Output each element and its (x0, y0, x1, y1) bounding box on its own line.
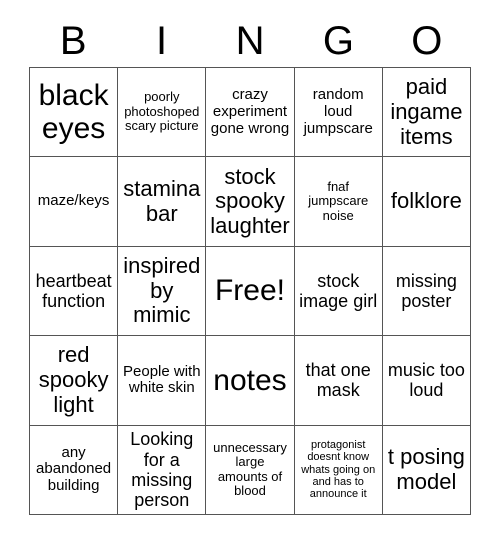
bingo-cell-r4c5[interactable]: music too loud (382, 336, 471, 426)
bingo-cell-label: any abandoned building (36, 443, 112, 495)
bingo-cell-r3c4[interactable]: stock image girl (294, 246, 383, 337)
bingo-cell-r5c1[interactable]: any abandoned building (30, 425, 119, 515)
bingo-cell-label: notes (213, 363, 287, 397)
bingo-cell-label: protagonist doesnt know whats going on a… (301, 439, 376, 501)
bingo-cell-label: that one mask (305, 360, 371, 401)
bingo-cell-label: Looking for a missing person (130, 429, 194, 510)
bingo-cell-r4c2[interactable]: People with white skin (118, 336, 207, 426)
bingo-header: B I N G O (29, 16, 471, 66)
bingo-cell-r1c4[interactable]: random loud jumpscare (294, 68, 383, 158)
bingo-cell-r4c1[interactable]: red spooky light (30, 336, 119, 426)
bingo-cell-label: crazy experiment gone wrong (210, 86, 290, 137)
bingo-card: B I N G O black eyes poorly photoshoped … (0, 0, 500, 544)
bingo-header-letter-i: I (156, 19, 168, 63)
bingo-header-letter-o: O (411, 19, 443, 63)
bingo-cell-r2c2[interactable]: stamina bar (118, 157, 207, 247)
bingo-cell-label: People with white skin (123, 362, 201, 397)
bingo-cell-r1c2[interactable]: poorly photoshoped scary picture (118, 68, 207, 158)
bingo-cell-label: poorly photoshoped scary picture (124, 89, 200, 134)
bingo-cell-r2c5[interactable]: folklore (382, 157, 471, 247)
bingo-cell-label: red spooky light (38, 342, 109, 417)
bingo-cell-label: stock image girl (299, 270, 378, 311)
bingo-cell-r5c3[interactable]: unnecessary large amounts of blood (206, 425, 295, 515)
bingo-cell-r5c4[interactable]: protagonist doesnt know whats going on a… (294, 425, 383, 515)
bingo-header-letter-b: B (59, 19, 87, 63)
bingo-header-letter-g: G (322, 19, 354, 63)
bingo-cell-label: unnecessary large amounts of blood (213, 439, 287, 499)
bingo-cell-r3c1[interactable]: heartbeat function (30, 246, 119, 337)
bingo-header-letter-n: N (235, 19, 265, 63)
bingo-cell-r1c3[interactable]: crazy experiment gone wrong (206, 68, 295, 158)
bingo-free-space-label: Free! (214, 274, 285, 308)
bingo-cell-label: maze/keys (37, 192, 110, 210)
bingo-cell-label: music too loud (387, 360, 465, 401)
bingo-cell-r2c4[interactable]: fnaf jumpscare noise (294, 157, 383, 247)
bingo-cell-r5c2[interactable]: Looking for a missing person (118, 425, 207, 515)
bingo-cell-r3c2[interactable]: inspired by mimic (118, 246, 207, 337)
bingo-cell-label: black eyes (38, 78, 109, 146)
bingo-cell-r1c1[interactable]: black eyes (30, 68, 119, 158)
bingo-cell-r4c3[interactable]: notes (206, 336, 295, 426)
bingo-cell-label: t posing model (387, 444, 465, 494)
bingo-cell-r1c5[interactable]: paid ingame items (382, 68, 471, 158)
bingo-cell-label: heartbeat function (35, 270, 112, 311)
bingo-cell-r2c1[interactable]: maze/keys (30, 157, 119, 247)
bingo-cell-label: stamina bar (123, 175, 201, 226)
bingo-cell-label: paid ingame items (390, 74, 463, 149)
bingo-cell-label: folklore (390, 188, 462, 214)
bingo-cell-r5c5[interactable]: t posing model (382, 425, 471, 515)
bingo-grid: black eyes poorly photoshoped scary pict… (29, 67, 471, 515)
bingo-cell-r2c3[interactable]: stock spooky laughter (206, 157, 295, 247)
bingo-cell-label: random loud jumpscare (303, 86, 373, 137)
bingo-cell-label: fnaf jumpscare noise (308, 178, 369, 223)
bingo-cell-label: inspired by mimic (123, 253, 201, 328)
bingo-cell-free-space[interactable]: Free! (206, 246, 295, 337)
bingo-cell-label: missing poster (395, 270, 457, 311)
bingo-cell-r4c4[interactable]: that one mask (294, 336, 383, 426)
bingo-cell-r3c5[interactable]: missing poster (382, 246, 471, 337)
bingo-cell-label: stock spooky laughter (210, 163, 290, 238)
